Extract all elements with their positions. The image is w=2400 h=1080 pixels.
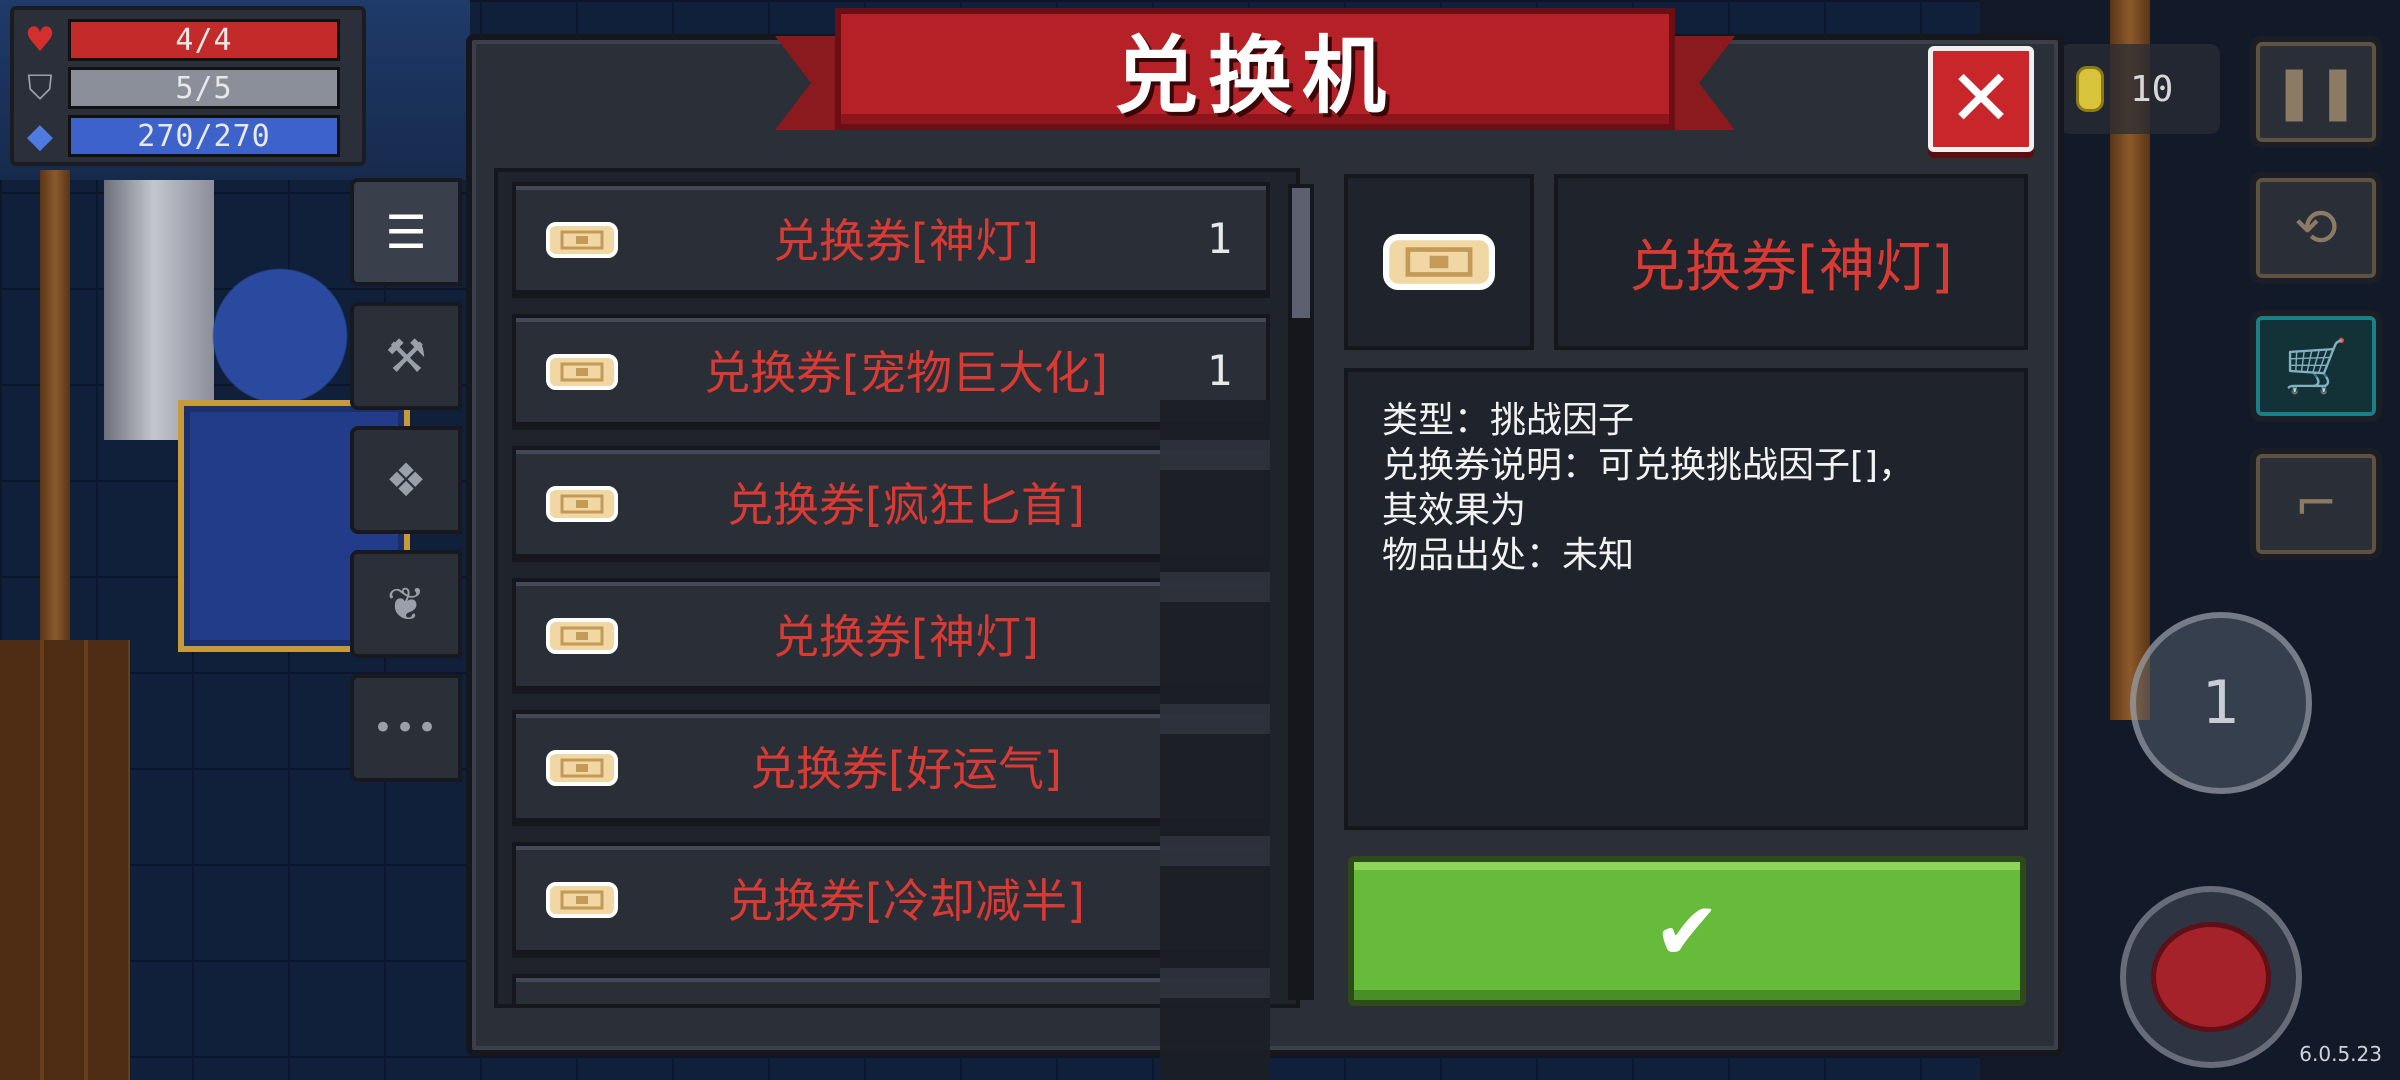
panel-title: 兑换机	[1113, 26, 1396, 125]
relic-icon: ❖	[385, 453, 427, 507]
close-icon: ✕	[1948, 54, 2014, 144]
item-count: 1	[1206, 213, 1232, 263]
ticket-icon	[1383, 234, 1495, 290]
hp-row: ♥ 4/4	[20, 16, 356, 64]
skill-button[interactable]: 1	[2130, 612, 2312, 794]
item-label: 兑换券[冷却减半]	[727, 874, 1085, 928]
tab-more[interactable]: •••	[350, 674, 462, 782]
tab-weapons[interactable]: ⚒	[350, 302, 462, 410]
item-source: 物品出处：未知	[1382, 535, 1635, 576]
armor-row: ⛉ 5/5	[20, 64, 356, 112]
swap-character-button[interactable]: ⟲	[2250, 172, 2382, 284]
swap-icon: ⟲	[2294, 198, 2338, 258]
coin-counter: 10	[2060, 44, 2220, 134]
shopping-cart-icon: 🛒	[2283, 336, 2349, 397]
list-item-partial[interactable]	[512, 974, 1270, 1004]
close-button[interactable]: ✕	[1928, 46, 2034, 152]
ticket-icon	[546, 618, 618, 654]
coin-icon	[2076, 66, 2104, 112]
banner-body: 兑换机	[835, 8, 1675, 130]
coin-value: 10	[2130, 68, 2174, 110]
category-tabs: ☰ ⚒ ❖ ❦ •••	[350, 178, 466, 798]
stairs-icon: ⌐	[2294, 474, 2338, 534]
shield-icon: ⛉	[27, 68, 53, 108]
item-description: 类型：挑战因子 兑换券说明：可兑换挑战因子[]， 其效果为 物品出处：未知	[1344, 368, 2028, 830]
ticket-icon	[546, 882, 618, 918]
armor-bar: 5/5	[68, 67, 340, 109]
checkmark-icon: ✔	[1653, 884, 1721, 978]
hp-bar: 4/4	[68, 19, 340, 61]
weapon-icon: ⚒	[385, 329, 427, 383]
tab-plants[interactable]: ❦	[350, 550, 462, 658]
item-label: 兑换券[疯狂匕首]	[727, 478, 1085, 532]
stairs-button[interactable]: ⌐	[2250, 448, 2382, 560]
list-item[interactable]: 兑换券[宠物巨大化] 1	[512, 314, 1270, 430]
more-icon: •••	[372, 708, 440, 748]
confirm-exchange-button[interactable]: ✔	[1348, 856, 2026, 1006]
energy-crystal-icon: ◆	[26, 116, 54, 156]
ticket-icon	[546, 354, 618, 390]
ticket-icon	[546, 486, 618, 522]
tab-relics[interactable]: ❖	[350, 426, 462, 534]
version-label: 6.0.5.23	[2299, 1042, 2382, 1066]
list-item[interactable]: 兑换券[神灯] 1	[512, 182, 1270, 298]
item-label: 兑换券[宠物巨大化]	[704, 346, 1108, 400]
player-status-hud: ♥ 4/4 ⛉ 5/5 ◆ 270/270	[10, 6, 366, 166]
item-type: 类型：挑战因子	[1382, 400, 1635, 441]
list-scrollbar[interactable]	[1288, 184, 1314, 1000]
wood-beam	[40, 170, 70, 650]
shop-button[interactable]: 🛒	[2250, 310, 2382, 422]
energy-value: 270/270	[137, 118, 271, 154]
energy-row: ◆ 270/270	[20, 112, 356, 160]
tab-list[interactable]: ☰	[350, 178, 462, 286]
attack-button[interactable]	[2120, 886, 2302, 1068]
list-icon: ☰	[385, 205, 427, 259]
heart-icon: ♥	[24, 20, 56, 60]
scrollbar-thumb[interactable]	[1292, 188, 1310, 318]
item-desc-line2: 其效果为	[1382, 490, 1527, 531]
list-item[interactable]: 兑换券[神灯]	[512, 578, 1270, 694]
pause-icon: ❚❚	[2272, 62, 2360, 122]
armor-value: 5/5	[175, 70, 233, 106]
title-banner: 兑换机	[775, 8, 1735, 138]
item-label: 兑换券[神灯]	[773, 610, 1039, 664]
list-item[interactable]: 兑换券[疯狂匕首]	[512, 446, 1270, 562]
list-item[interactable]: 兑换券[好运气]	[512, 710, 1270, 826]
energy-bar: 270/270	[68, 115, 340, 157]
ticket-icon	[546, 750, 618, 786]
item-label: 兑换券[好运气]	[750, 742, 1062, 796]
item-desc-line1: 兑换券说明：可兑换挑战因子[]，	[1382, 445, 1915, 486]
item-label: 兑换券[神灯]	[773, 214, 1039, 268]
plant-icon: ❦	[386, 577, 426, 631]
selected-item-icon-box	[1344, 174, 1534, 350]
ticket-icon	[546, 222, 618, 258]
pumpkin-weapon-icon	[2151, 922, 2271, 1032]
pause-button[interactable]: ❚❚	[2250, 36, 2382, 148]
selected-item-name: 兑换券[神灯]	[1554, 174, 2028, 350]
wood-floor	[0, 640, 130, 1080]
skill-charge-count: 1	[2201, 668, 2241, 738]
obscured-region	[1160, 400, 1270, 1080]
list-item[interactable]: 兑换券[冷却减半]	[512, 842, 1270, 958]
hp-value: 4/4	[175, 22, 233, 58]
